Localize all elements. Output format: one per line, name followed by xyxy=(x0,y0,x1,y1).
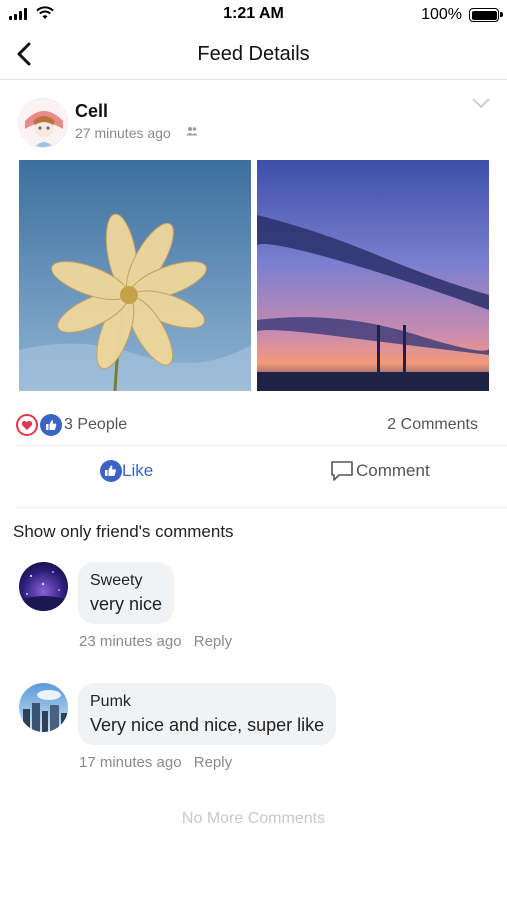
flower-photo[interactable] xyxy=(19,160,251,391)
comment-time: 17 minutes ago xyxy=(79,754,182,771)
reactions-summary[interactable]: 3 People xyxy=(16,414,127,436)
commenter-avatar[interactable] xyxy=(19,562,68,611)
reply-button[interactable]: Reply xyxy=(194,754,232,771)
status-bar: 1:21 AM 100% xyxy=(0,0,507,30)
chevron-down-icon[interactable] xyxy=(471,96,491,110)
battery-percent: 100% xyxy=(421,6,462,23)
divider xyxy=(16,507,507,508)
divider xyxy=(16,445,507,446)
commenter-name[interactable]: Pumk xyxy=(90,691,324,713)
comment-icon xyxy=(331,461,353,481)
comment-time: 23 minutes ago xyxy=(79,633,182,650)
battery-icon xyxy=(469,8,503,22)
reply-button[interactable]: Reply xyxy=(194,633,232,650)
heart-icon xyxy=(16,414,38,436)
nav-bar: Feed Details xyxy=(0,30,507,80)
post-time: 27 minutes ago xyxy=(75,125,171,141)
thumbs-up-icon xyxy=(100,460,122,482)
friends-icon xyxy=(186,127,198,136)
commenter-name[interactable]: Sweety xyxy=(90,570,162,592)
author-avatar[interactable] xyxy=(18,98,68,148)
like-label: Like xyxy=(122,461,154,480)
reaction-count: 3 People xyxy=(64,416,128,433)
thumbs-up-icon xyxy=(40,414,62,436)
comment-text: very nice xyxy=(90,594,163,614)
sunset-photo[interactable] xyxy=(257,160,489,391)
page-title: Feed Details xyxy=(197,43,310,65)
comment-meta: 23 minutes ago Reply xyxy=(79,633,232,650)
friends-comments-filter[interactable]: Show only friend's comments xyxy=(13,522,234,542)
like-button[interactable]: Like xyxy=(100,460,153,482)
comment-text: Very nice and nice, super like xyxy=(90,715,325,735)
comment-bubble: Pumk Very nice and nice, super like xyxy=(78,683,337,745)
comment-button[interactable]: Comment xyxy=(330,460,430,482)
post-author[interactable]: Cell xyxy=(75,101,108,122)
comments-count[interactable]: 2 Comments xyxy=(387,416,478,434)
commenter-avatar[interactable] xyxy=(19,683,68,732)
no-more-comments: No More Comments xyxy=(181,810,326,827)
comment-meta: 17 minutes ago Reply xyxy=(79,754,232,771)
comment-label: Comment xyxy=(356,461,430,480)
comment-bubble: Sweety very nice xyxy=(78,562,175,624)
